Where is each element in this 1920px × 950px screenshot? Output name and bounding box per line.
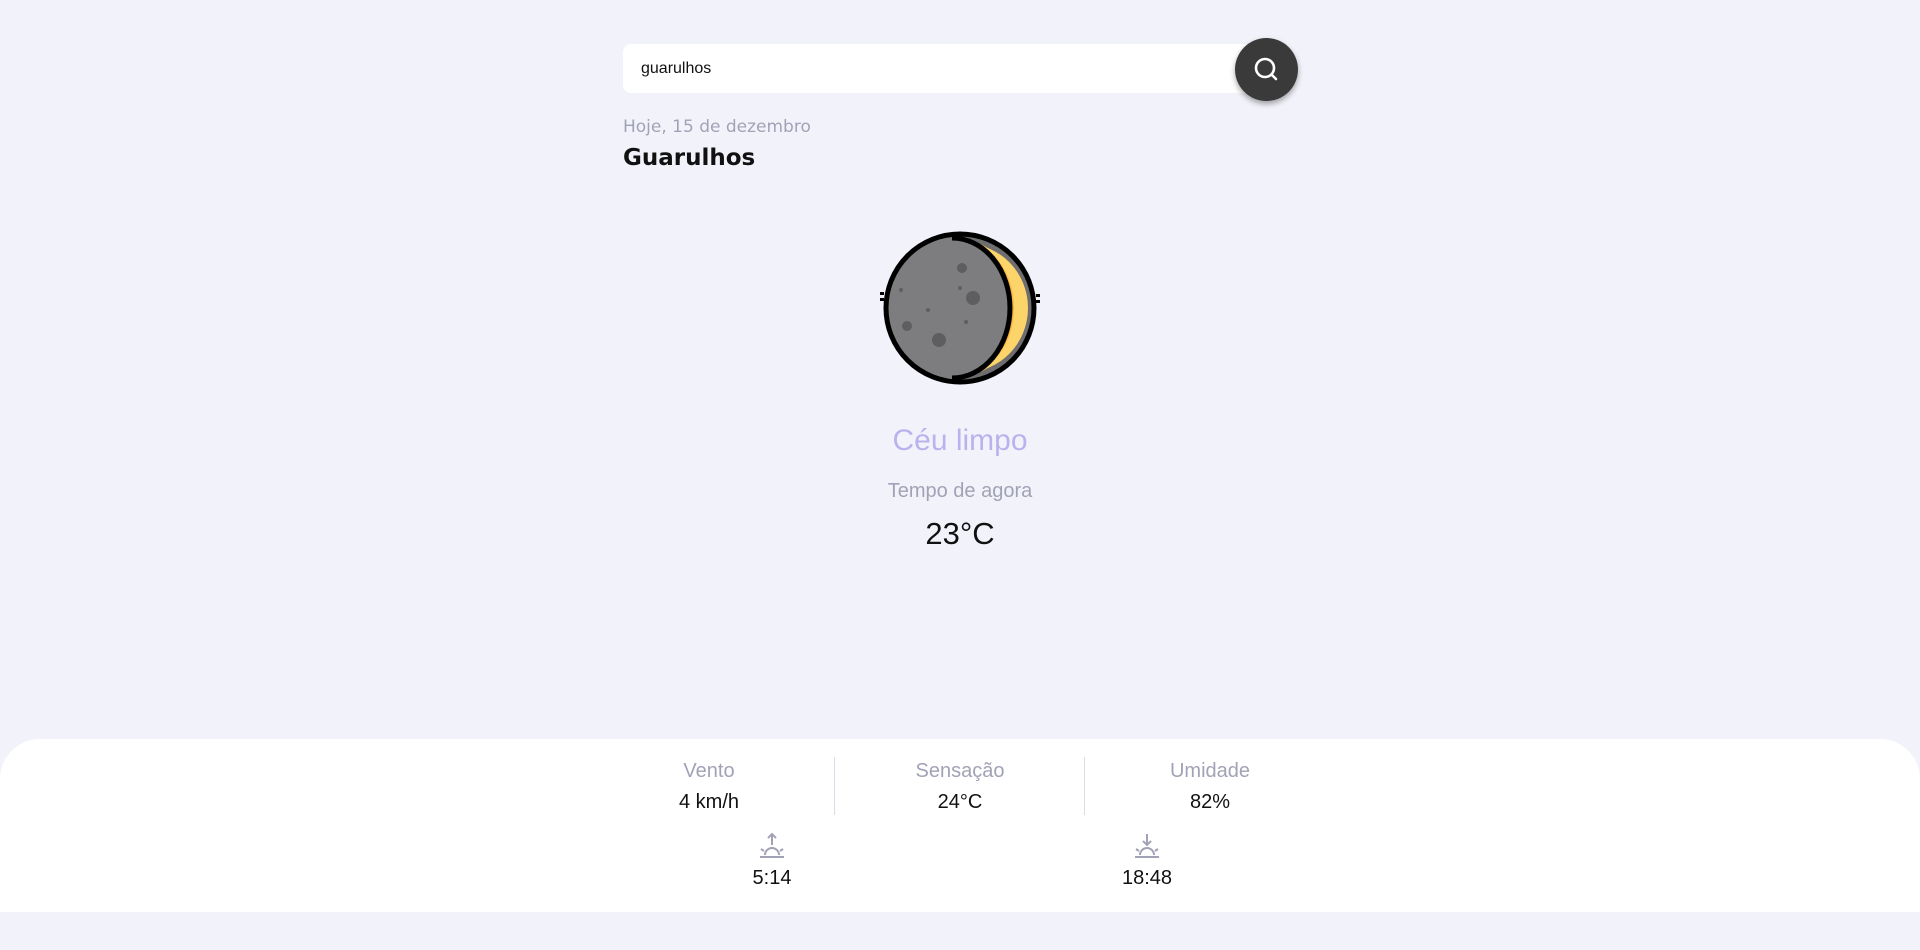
feels-like-stat: Sensação 24°C [835, 759, 1085, 814]
crescent-moon-icon [880, 231, 1040, 385]
current-date: Hoje, 15 de dezembro [623, 117, 811, 137]
humidity-label: Umidade [1169, 760, 1251, 782]
search-bar [623, 38, 1298, 101]
wind-stat: Vento 4 km/h [584, 759, 834, 814]
sunset-item: 18:48 [1087, 831, 1207, 890]
feels-like-label: Sensação [915, 760, 1005, 782]
search-icon [1254, 57, 1277, 80]
sunrise-time: 5:14 [752, 867, 792, 889]
weather-condition: Céu limpo [892, 424, 1028, 457]
sunset-icon [1135, 834, 1159, 858]
weather-details-panel: Vento 4 km/h Sensação 24°C Umidade 82% 5… [0, 739, 1920, 912]
wind-label: Vento [683, 760, 735, 782]
city-name: Guarulhos [623, 145, 756, 171]
search-button[interactable] [1235, 38, 1298, 101]
sunrise-icon [760, 832, 784, 858]
current-temperature: 23°C [925, 516, 995, 551]
sunset-time: 18:48 [1121, 867, 1173, 889]
humidity-value: 82% [1189, 791, 1231, 813]
feels-like-value: 24°C [937, 791, 983, 813]
current-weather-label: Tempo de agora [887, 480, 1033, 502]
humidity-stat: Umidade 82% [1085, 759, 1335, 814]
wind-value: 4 km/h [678, 791, 740, 813]
search-input[interactable] [623, 44, 1263, 93]
sunrise-item: 5:14 [712, 831, 832, 890]
